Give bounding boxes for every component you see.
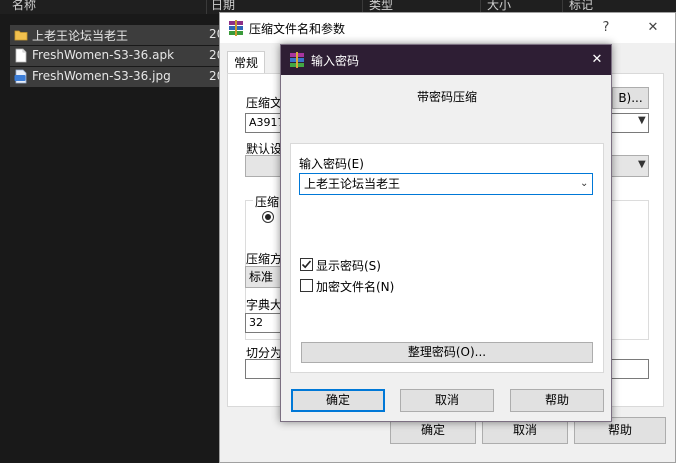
file-name: 上老王论坛当老王 [32, 29, 129, 43]
folder-icon [14, 30, 28, 41]
method-label: 压缩方 [246, 252, 283, 266]
dictionary-size-label: 字典大 [246, 298, 283, 312]
column-type[interactable]: 类型 [369, 0, 393, 12]
file-name: FreshWomen-S3-36.jpg [32, 69, 171, 83]
password-dialog-title: 输入密码 [311, 54, 360, 68]
archive-format-group-label: 压缩 [253, 193, 282, 210]
password-cancel-button[interactable]: 取消 [400, 389, 494, 412]
browse-button[interactable]: B)... [612, 87, 649, 109]
tab-general-label: 常规 [234, 56, 259, 70]
archive-dialog-title: 压缩文件名和参数 [249, 22, 346, 36]
password-dialog-titlebar[interactable]: 输入密码 ✕ [281, 45, 611, 75]
column-divider [206, 0, 207, 14]
close-icon[interactable]: ✕ [587, 50, 607, 70]
chevron-down-icon: ▼ [638, 115, 646, 126]
password-dialog-heading: 带密码压缩 [416, 90, 477, 104]
password-help-button[interactable]: 帮助 [510, 389, 604, 412]
password-ok-button[interactable]: 确定 [291, 389, 385, 412]
file-icon [15, 48, 27, 63]
password-dialog: 输入密码 ✕ 带密码压缩 输入密码(E) 上老王论坛当老王 ⌄ 显示密码(S) … [280, 44, 612, 422]
archive-dialog-titlebar[interactable]: 压缩文件名和参数 ? ✕ [220, 13, 675, 43]
help-icon[interactable]: ? [596, 18, 616, 38]
format-radio[interactable] [262, 211, 274, 223]
chevron-down-icon: ▼ [638, 159, 646, 170]
chevron-down-icon: ⌄ [580, 178, 589, 189]
winrar-icon [229, 20, 243, 36]
organize-passwords-button[interactable]: 整理密码(O)... [301, 342, 593, 363]
winrar-icon [290, 52, 304, 68]
column-tag[interactable]: 标记 [569, 0, 593, 12]
file-row[interactable]: 上老王论坛当老王 20 [10, 25, 224, 45]
password-label: 输入密码(E) [299, 157, 364, 171]
show-password-label[interactable]: 显示密码(S) [316, 257, 381, 274]
file-row[interactable]: FreshWomen-S3-36.jpg 20 [10, 67, 224, 87]
column-date[interactable]: 日期 [211, 0, 235, 12]
close-icon[interactable]: ✕ [643, 18, 663, 38]
column-size[interactable]: 大小 [487, 0, 511, 12]
jpg-file-icon [14, 69, 27, 84]
file-name: FreshWomen-S3-36.apk [32, 48, 175, 62]
encrypt-filenames-label[interactable]: 加密文件名(N) [316, 278, 394, 295]
column-name[interactable]: 名称 [12, 0, 36, 12]
file-row[interactable]: FreshWomen-S3-36.apk 20 [10, 46, 224, 66]
tab-general[interactable]: 常规 [227, 51, 266, 73]
checkmark-icon [301, 260, 312, 269]
password-input[interactable]: 上老王论坛当老王 [299, 173, 593, 195]
encrypt-filenames-checkbox[interactable] [300, 279, 313, 292]
show-password-checkbox[interactable] [300, 258, 313, 271]
archive-name-label: 压缩文 [246, 96, 283, 110]
